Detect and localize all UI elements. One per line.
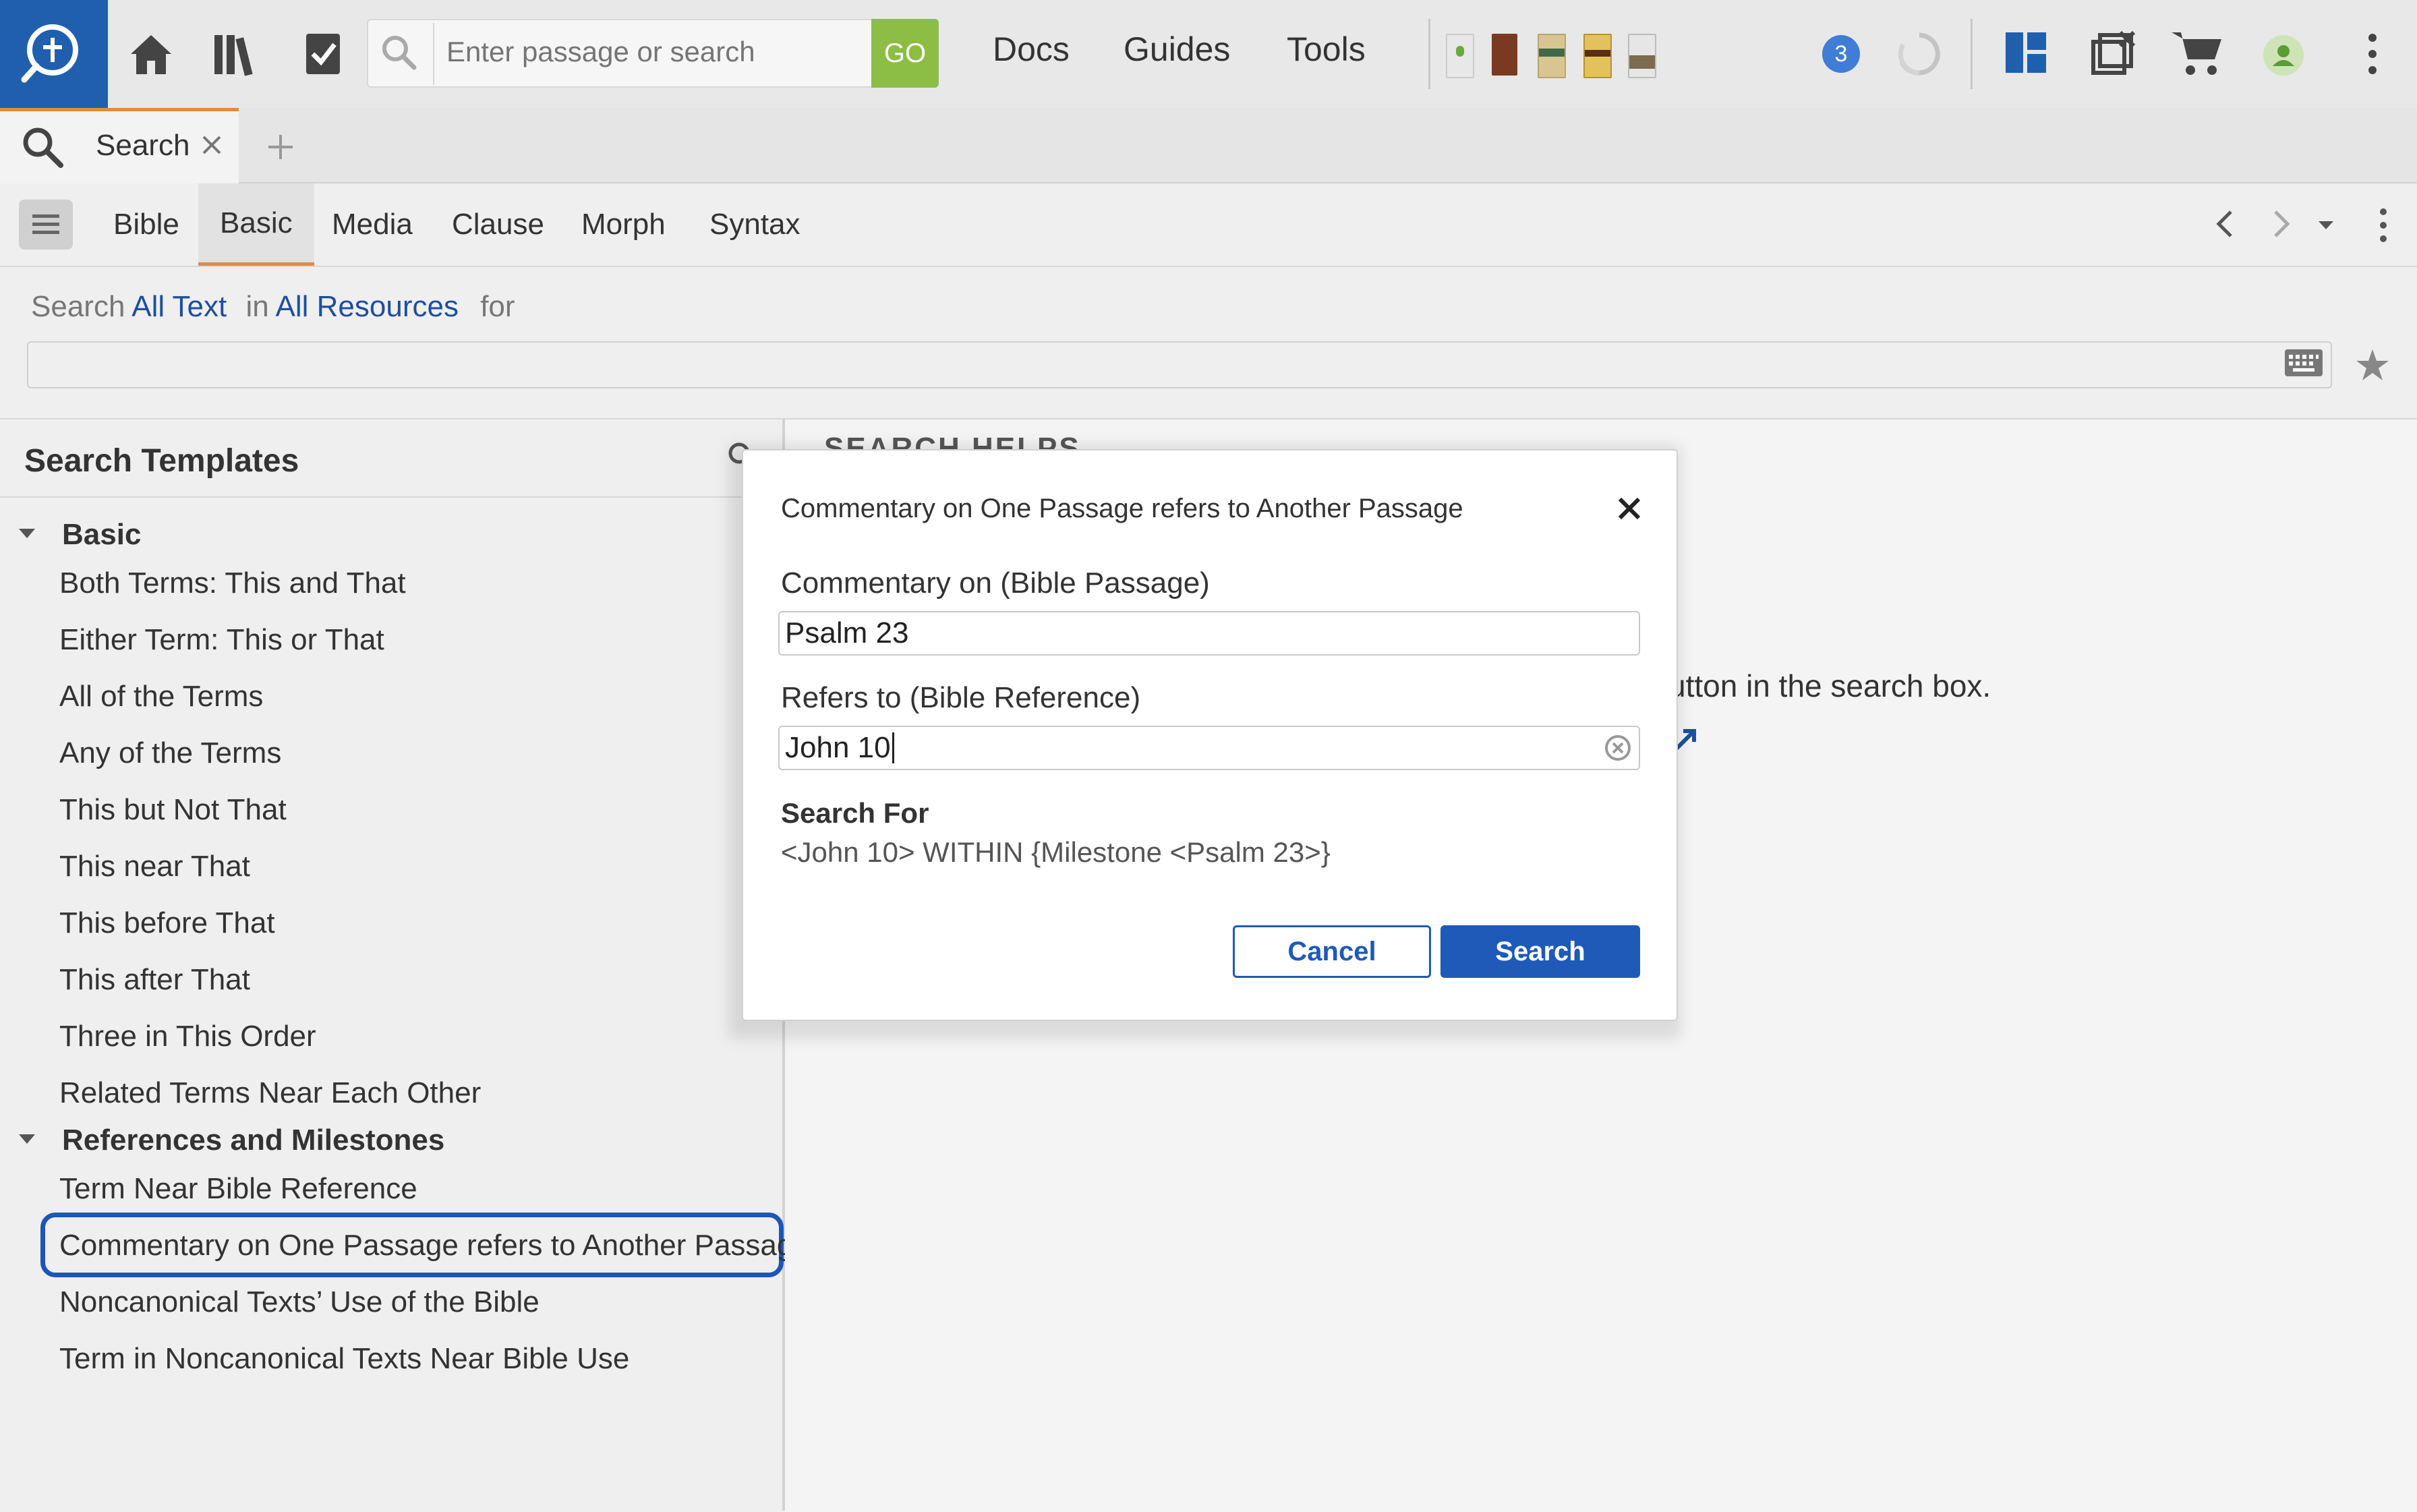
panel-menu-button[interactable]	[19, 200, 73, 250]
add-tab-icon[interactable]	[266, 132, 295, 165]
user-avatar[interactable]	[2263, 35, 2304, 76]
forward-arrow-icon[interactable]	[2267, 208, 2294, 243]
dialog-title: Commentary on One Passage refers to Anot…	[781, 494, 1463, 523]
recent-book-3[interactable]	[1538, 34, 1566, 78]
search-for-query: <John 10> WITHIN {Milestone <Psalm 23>}	[781, 836, 1331, 868]
recent-book-2[interactable]	[1492, 34, 1517, 76]
search-scope-line: Search All Text in All Resources for	[31, 290, 515, 324]
close-panels-icon[interactable]	[2089, 30, 2138, 82]
search-button[interactable]: Search	[1440, 925, 1640, 978]
sync-icon[interactable]	[1895, 30, 1944, 82]
scope-all-text-link[interactable]: All Text	[132, 290, 227, 323]
menu-docs[interactable]: Docs	[993, 30, 1070, 69]
subtab-basic[interactable]: Basic	[198, 183, 314, 266]
user-icon	[2273, 45, 2294, 66]
template-item[interactable]: Term Near Bible Reference	[59, 1172, 417, 1206]
recent-book-1[interactable]	[1446, 34, 1474, 78]
passage-field-label: Commentary on (Bible Passage)	[781, 566, 1210, 600]
template-item[interactable]: Either Term: This or That	[59, 623, 384, 657]
search-icon	[380, 34, 418, 75]
all-resources-link[interactable]: All Resources	[276, 290, 459, 323]
subtab-bible[interactable]: Bible	[92, 183, 201, 266]
text-cursor	[892, 732, 894, 763]
library-icon[interactable]	[208, 24, 267, 84]
search-divider	[433, 23, 434, 85]
panel-title: Search Templates	[24, 443, 299, 479]
documents-check-icon[interactable]	[294, 24, 353, 84]
search-for-label: Search For	[781, 797, 929, 829]
template-item[interactable]: Any of the Terms	[59, 736, 281, 770]
main-search-input[interactable]	[27, 341, 2332, 388]
panel-more-icon[interactable]	[2374, 206, 2393, 248]
collapse-references-icon[interactable]	[19, 1134, 35, 1144]
bible-reference-input[interactable]: John 10	[778, 726, 1640, 770]
tab-label: Search	[96, 129, 190, 162]
favorite-star-icon[interactable]	[2354, 347, 2391, 388]
subtab-clause[interactable]: Clause	[430, 183, 566, 266]
layouts-icon[interactable]	[2004, 31, 2047, 78]
passage-search-input[interactable]	[445, 30, 866, 74]
collapse-basic-icon[interactable]	[19, 529, 35, 538]
recent-book-4[interactable]	[1583, 34, 1612, 78]
toolbar-divider	[1428, 19, 1430, 89]
group-references-milestones[interactable]: References and Milestones	[62, 1124, 444, 1157]
logos-search-icon	[0, 0, 108, 108]
subtab-morph[interactable]: Morph	[560, 183, 687, 266]
in-label: in	[245, 290, 269, 323]
keyboard-icon[interactable]	[2283, 347, 2324, 382]
template-item[interactable]: This before That	[59, 906, 275, 940]
template-item[interactable]: This after That	[59, 963, 250, 997]
close-tab-icon[interactable]	[200, 133, 224, 161]
cancel-button[interactable]: Cancel	[1233, 925, 1431, 978]
dialog-close-icon[interactable]	[1614, 494, 1644, 527]
back-arrow-icon[interactable]	[2212, 208, 2239, 243]
group-basic[interactable]: Basic	[62, 518, 141, 552]
recent-book-5[interactable]	[1628, 34, 1656, 78]
history-dropdown-icon[interactable]	[2316, 219, 2336, 235]
bible-passage-input[interactable]: Psalm 23	[778, 611, 1640, 656]
template-item[interactable]: Term in Noncanonical Texts Near Bible Us…	[59, 1342, 629, 1376]
panel-divider	[0, 496, 784, 498]
template-item[interactable]: This near That	[59, 850, 250, 883]
search-prefix: Search	[31, 290, 125, 323]
help-text: utton in the search box.	[1668, 668, 1991, 703]
more-options-icon[interactable]	[2360, 30, 2385, 82]
menu-tools[interactable]: Tools	[1287, 30, 1366, 69]
template-item[interactable]: Noncanonical Texts’ Use of the Bible	[59, 1285, 540, 1319]
template-item[interactable]: Three in This Order	[59, 1020, 316, 1053]
menu-guides[interactable]: Guides	[1124, 30, 1230, 69]
notification-badge[interactable]: 3	[1822, 35, 1860, 73]
go-button[interactable]: GO	[871, 19, 939, 88]
home-icon[interactable]	[121, 24, 181, 84]
reference-value: John 10	[785, 731, 891, 764]
tab-search[interactable]: Search	[0, 108, 239, 183]
template-item-selected[interactable]: Commentary on One Passage refers to Anot…	[59, 1229, 810, 1262]
toolbar-divider-2	[1971, 19, 1973, 89]
search-tab-icon	[20, 125, 65, 173]
subtab-syntax[interactable]: Syntax	[688, 183, 822, 266]
app-logo[interactable]	[0, 0, 108, 108]
cart-icon[interactable]	[2170, 28, 2224, 83]
template-item[interactable]: Both Terms: This and That	[59, 566, 406, 600]
for-label: for	[480, 290, 515, 323]
template-item[interactable]: Related Terms Near Each Other	[59, 1076, 481, 1110]
tab-bar	[0, 108, 2417, 183]
hamburger-icon	[32, 214, 59, 234]
template-item[interactable]: This but Not That	[59, 793, 287, 827]
clear-input-icon[interactable]	[1604, 734, 1632, 765]
template-item[interactable]: All of the Terms	[59, 680, 263, 714]
reference-field-label: Refers to (Bible Reference)	[781, 681, 1141, 714]
subtab-media[interactable]: Media	[310, 183, 434, 266]
